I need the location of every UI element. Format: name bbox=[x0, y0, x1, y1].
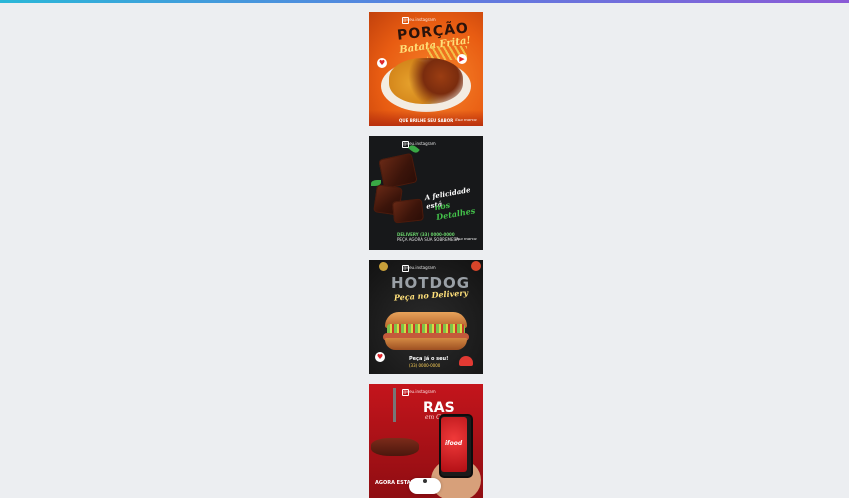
heart-icon: ♥ bbox=[375, 352, 385, 362]
card-handle: @seu.instagram bbox=[403, 141, 436, 146]
heart-icon: ♥ bbox=[377, 58, 387, 68]
footer-line-2: QUE BRILHE SEU SABOR bbox=[399, 118, 454, 123]
signature: Sua marca bbox=[455, 117, 477, 122]
card-footer: QUE BRILHE SEU SABOR Sua marca bbox=[369, 110, 483, 126]
top-accent-bar bbox=[0, 0, 849, 3]
play-icon: ▶ bbox=[457, 54, 467, 64]
post-card-brownie[interactable]: @seu.instagram A felicidade está nos Det… bbox=[369, 136, 483, 250]
scroll-handle[interactable] bbox=[409, 478, 441, 494]
footer-text: PEÇA AGORA SUA SOBREMESA bbox=[397, 237, 459, 242]
coin-decoration bbox=[379, 262, 388, 271]
phone-text: (33) 0000-0000 bbox=[409, 363, 441, 368]
order-text: Peça já o seu! bbox=[409, 356, 449, 362]
card-handle: @seu.instagram bbox=[403, 389, 436, 394]
hotdog-bun-bottom bbox=[385, 338, 467, 350]
dot-icon bbox=[423, 479, 427, 483]
brand-logo-icon bbox=[459, 356, 473, 366]
fork-image bbox=[393, 388, 396, 422]
post-card-batata[interactable]: @seu.instagram PORÇÃO Batata Frita! ♥ ▶ … bbox=[369, 12, 483, 126]
tomato-decoration bbox=[471, 261, 481, 271]
food-image bbox=[389, 58, 463, 104]
steak-image bbox=[371, 438, 419, 456]
signature: Sua marca bbox=[455, 236, 477, 241]
card-handle: @seu.instagram bbox=[403, 17, 436, 22]
brownie-image bbox=[391, 198, 425, 224]
card-handle: @seu.instagram bbox=[403, 265, 436, 270]
app-name: ifood bbox=[445, 440, 463, 447]
brownie-image bbox=[378, 152, 418, 190]
post-card-hotdog[interactable]: @seu.instagram HOTDOG Peça no Delivery ♥… bbox=[369, 260, 483, 374]
